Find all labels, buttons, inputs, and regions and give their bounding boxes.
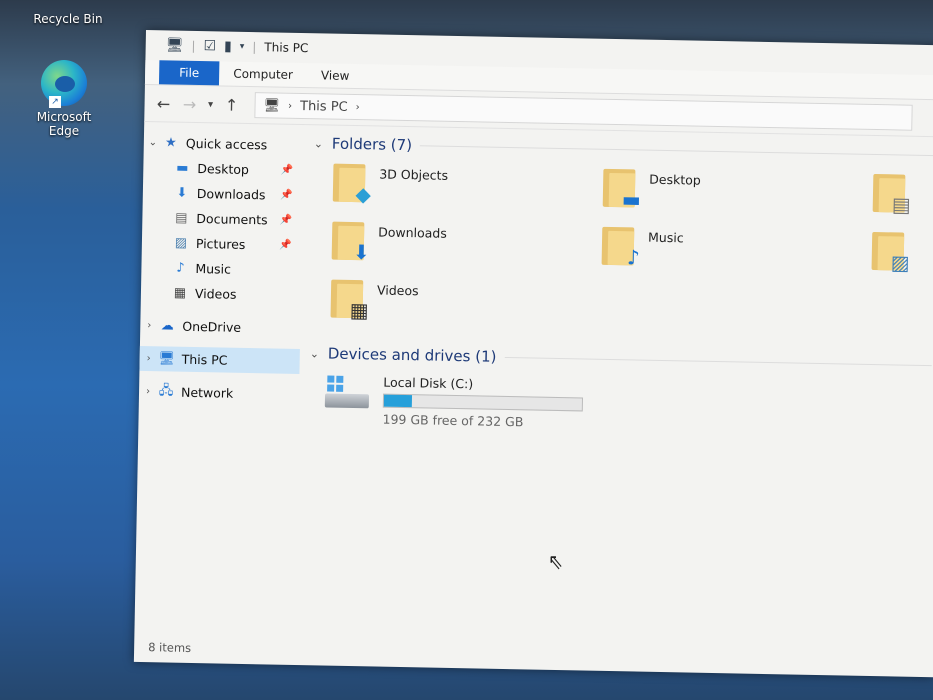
chevron-right-icon[interactable]: › — [140, 353, 158, 364]
navigation-pane: ⌄ ★ Quick access ▬ Desktop 📌 ⬇ Downloads… — [134, 120, 304, 635]
sidebar-item-network[interactable]: › 🖧 Network — [139, 379, 299, 407]
address-path: This PC — [299, 98, 348, 115]
network-icon: 🖧 — [158, 382, 174, 399]
folder-documents-partial[interactable]: ▤ — [872, 172, 933, 231]
sidebar-item-label: OneDrive — [182, 318, 242, 335]
folder-music[interactable]: ♪ Music — [601, 225, 872, 288]
documents-folder-icon: ▤ — [872, 172, 911, 217]
sidebar-item-videos[interactable]: ▦ Videos — [141, 280, 301, 308]
folder-label: Music — [647, 229, 684, 246]
pin-icon: 📌 — [280, 189, 293, 201]
sidebar-item-this-pc[interactable]: › 🖥 This PC — [139, 345, 300, 375]
sidebar-item-label: Music — [195, 260, 232, 277]
folder-3d-objects[interactable]: ◆ 3D Objects — [332, 162, 603, 225]
recycle-bin-shortcut[interactable]: Recycle Bin — [30, 12, 106, 26]
sidebar-item-downloads[interactable]: ⬇ Downloads 📌 — [143, 180, 303, 208]
status-bar-item-count: 8 items — [148, 640, 192, 655]
sidebar-item-desktop[interactable]: ▬ Desktop 📌 — [143, 155, 303, 183]
3d-objects-folder-icon: ◆ — [332, 162, 371, 206]
chevron-right-icon[interactable]: › — [356, 102, 360, 113]
folder-desktop[interactable]: ▬ Desktop — [602, 167, 873, 230]
folder-label: Desktop — [649, 171, 701, 188]
sidebar-item-quick-access[interactable]: ⌄ ★ Quick access — [144, 130, 304, 158]
mouse-cursor-icon: ⇖ — [548, 549, 564, 576]
recent-locations-dropdown[interactable]: ▾ — [202, 99, 218, 110]
document-icon: ▤ — [175, 210, 188, 226]
sidebar-item-pictures[interactable]: ▨ Pictures 📌 — [142, 230, 302, 258]
folder-label: Videos — [376, 282, 419, 299]
sidebar-item-label: Desktop — [197, 161, 250, 177]
music-folder-icon: ♪ — [601, 225, 640, 270]
star-icon: ★ — [164, 135, 177, 151]
drive-name: Local Disk (C:) — [383, 374, 474, 392]
folders-group-title: Folders (7) — [331, 134, 413, 155]
cloud-icon: ☁ — [160, 318, 174, 334]
shortcut-arrow-icon: ↗ — [49, 96, 61, 108]
window-title: This PC — [264, 40, 309, 56]
sidebar-item-label: Downloads — [196, 186, 266, 203]
edge-shortcut[interactable]: ↗ Microsoft Edge — [28, 60, 100, 138]
pin-icon: 📌 — [280, 164, 294, 176]
chevron-down-icon[interactable]: ⌄ — [144, 137, 162, 148]
sidebar-item-label: Videos — [194, 285, 237, 302]
recycle-bin-label: Recycle Bin — [33, 12, 103, 26]
pin-icon: 📌 — [279, 239, 292, 251]
computer-icon: 🖥 — [263, 97, 281, 114]
file-list: ⌄ Folders (7) ◆ 3D Objects ▬ Desktop ▤ ⬇ — [304, 123, 933, 647]
edge-icon: ↗ — [41, 60, 87, 108]
drive-free-space: 199 GB free of 232 GB — [382, 411, 524, 430]
tab-file[interactable]: File — [158, 60, 220, 86]
computer-icon: 🖥 — [165, 37, 184, 54]
pin-icon: 📌 — [279, 214, 293, 226]
folder-label: Downloads — [378, 224, 447, 241]
computer-icon: 🖥 — [158, 351, 176, 367]
sidebar-item-label: Quick access — [185, 135, 268, 153]
tab-view[interactable]: View — [307, 63, 364, 88]
drive-local-disk[interactable]: Local Disk (C:) 199 GB free of 232 GB — [324, 374, 933, 438]
sidebar-item-label: Pictures — [195, 235, 246, 252]
pictures-folder-icon: ▨ — [871, 230, 910, 275]
picture-icon: ▨ — [174, 235, 188, 251]
customize-toolbar-dropdown[interactable]: ▾ — [240, 42, 245, 52]
download-arrow-icon: ⬇ — [176, 185, 188, 201]
desktop-icon: ▬ — [176, 160, 189, 176]
drive-usage-fill — [383, 394, 413, 408]
file-explorer-window: 🖥 | ☑ ▮ ▾ | This PC File Computer View ←… — [133, 30, 933, 678]
folder-pictures-partial[interactable]: ▨ — [871, 230, 932, 289]
music-note-icon: ♪ — [176, 260, 185, 276]
sidebar-item-label: Documents — [196, 211, 268, 228]
sidebar-item-label: This PC — [181, 351, 228, 368]
tab-computer[interactable]: Computer — [219, 61, 307, 87]
downloads-folder-icon: ⬇ — [331, 220, 370, 264]
devices-group-title: Devices and drives (1) — [327, 344, 497, 366]
sidebar-item-label: Network — [180, 384, 234, 401]
folder-downloads[interactable]: ⬇ Downloads — [331, 220, 602, 283]
folder-label: 3D Objects — [379, 166, 449, 183]
folders-grid: ◆ 3D Objects ▬ Desktop ▤ ⬇ Downloads ♪ M… — [330, 162, 933, 348]
videos-folder-icon: ▦ — [330, 278, 369, 322]
chevron-right-icon: › — [287, 100, 293, 112]
folder-videos[interactable]: ▦ Videos — [330, 278, 601, 341]
sidebar-item-documents[interactable]: ▤ Documents 📌 — [142, 205, 302, 233]
drive-usage-bar — [382, 393, 584, 412]
chevron-down-icon: ⌄ — [313, 136, 324, 150]
new-folder-icon[interactable]: ▮ — [224, 39, 232, 55]
chevron-down-icon: ⌄ — [309, 346, 320, 360]
sidebar-item-music[interactable]: ♪ Music — [141, 255, 301, 283]
edge-label: Microsoft Edge — [36, 110, 92, 138]
up-button[interactable]: ↑ — [218, 95, 244, 114]
chevron-right-icon[interactable]: › — [139, 386, 157, 397]
film-icon: ▦ — [173, 285, 187, 301]
desktop-folder-icon: ▬ — [602, 167, 641, 212]
sidebar-item-onedrive[interactable]: › ☁ OneDrive — [140, 313, 300, 341]
content-area: ⌄ ★ Quick access ▬ Desktop 📌 ⬇ Downloads… — [134, 120, 933, 647]
hard-drive-icon — [324, 374, 370, 411]
properties-icon[interactable]: ☑ — [203, 38, 216, 54]
back-button[interactable]: ← — [150, 94, 176, 113]
chevron-right-icon[interactable]: › — [140, 320, 158, 331]
forward-button[interactable]: → — [176, 94, 202, 113]
